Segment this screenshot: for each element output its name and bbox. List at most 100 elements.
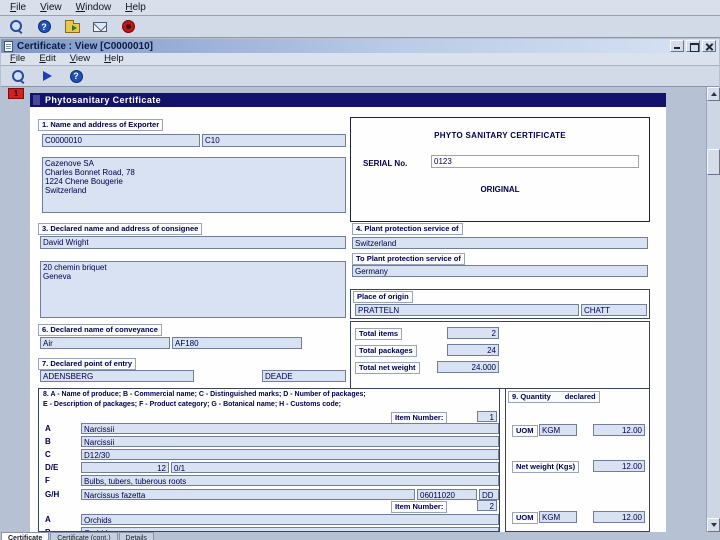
total-net-weight-field[interactable]: 24.000	[437, 361, 499, 373]
customs-code-field[interactable]: 06011020	[417, 489, 477, 500]
vertical-scrollbar[interactable]	[706, 87, 720, 532]
net-weight-label: Net weight (Kgs)	[512, 461, 580, 473]
scroll-down-icon	[710, 523, 717, 527]
uom-field[interactable]: KGM	[539, 511, 577, 523]
botanical-name-field[interactable]: Narcissus fazetta	[81, 489, 415, 500]
scrollbar-thumb[interactable]	[707, 149, 720, 175]
child-window-titlebar[interactable]: Certificate : View [C0000010]	[1, 39, 719, 53]
row-key-a: A	[45, 424, 51, 433]
exporter-address-line: 1224 Chene Bougerie	[45, 177, 123, 186]
tab-certificate-cont[interactable]: Certificate (cont.)	[50, 532, 118, 540]
packages-count-field[interactable]: 12	[81, 462, 169, 473]
conveyance-code-field[interactable]: AF180	[172, 337, 302, 349]
exporter-address-line: Charles Bonnet Road, 78	[45, 168, 135, 177]
form-title-bar: Phytosanitary Certificate	[30, 93, 666, 107]
exporter-code-field[interactable]: C0000010	[42, 134, 200, 147]
distinguished-marks-field[interactable]: D12/30	[81, 449, 499, 460]
run-button[interactable]	[37, 67, 57, 85]
net-weight-field[interactable]: 12.00	[593, 460, 645, 472]
child-window-title: Certificate : View [C0000010]	[17, 40, 153, 52]
record-button[interactable]	[118, 18, 138, 36]
certificate-form: 1. Name and address of Exporter C0000010…	[30, 107, 666, 532]
menu-file[interactable]: File	[3, 53, 32, 65]
consignee-address-line: Geneva	[43, 272, 72, 281]
total-items-field[interactable]: 2	[447, 327, 499, 339]
conveyance-field[interactable]: Air	[40, 337, 170, 349]
help-icon	[69, 69, 83, 83]
row-key-b: B	[45, 437, 51, 446]
menu-view[interactable]: View	[33, 1, 69, 15]
minimize-button[interactable]	[670, 40, 684, 52]
mail-button[interactable]	[90, 18, 110, 36]
menu-help[interactable]: Help	[118, 1, 153, 15]
uom-label: UOM	[512, 512, 538, 524]
item-number-label: Item Number:	[391, 501, 448, 513]
scroll-down-button[interactable]	[707, 518, 720, 532]
search-button[interactable]	[8, 67, 28, 85]
quantity-field[interactable]: 12.00	[593, 424, 645, 436]
item-number-field[interactable]: 1	[477, 411, 497, 422]
entry-field[interactable]: ADENSBERG	[40, 370, 194, 382]
packages-desc-field[interactable]: 0/1	[171, 462, 499, 473]
app-toolbar	[0, 16, 720, 38]
produce-name-field[interactable]: Orchids	[81, 514, 499, 525]
menu-window[interactable]: Window	[69, 1, 119, 15]
consignee-address-line: 20 chemin briquet	[43, 263, 107, 272]
form-title-glyph	[33, 95, 40, 105]
row-key-gh: G/H	[45, 490, 60, 499]
help-button[interactable]	[66, 67, 86, 85]
total-packages-label: Total packages	[355, 345, 417, 357]
search-button[interactable]	[6, 18, 26, 36]
uom-field[interactable]: KGM	[539, 424, 577, 436]
customs-suffix-field[interactable]: DD	[479, 489, 499, 500]
certificate-doc-icon	[4, 40, 13, 52]
protection-field[interactable]: Switzerland	[352, 237, 648, 249]
produce-name-field[interactable]: Narcissii	[81, 423, 499, 434]
form-title: Phytosanitary Certificate	[45, 95, 162, 105]
total-packages-field[interactable]: 24	[447, 344, 499, 356]
help-icon	[37, 20, 51, 33]
tab-details[interactable]: Details	[118, 532, 154, 540]
menu-edit[interactable]: Edit	[32, 53, 62, 65]
product-category-field[interactable]: Bulbs, tubers, tuberous roots	[81, 475, 499, 486]
close-button[interactable]	[702, 40, 716, 52]
quantity-box: 9. Quantity declared UOM KGM 12.00 Net we…	[505, 388, 650, 532]
consignee-name-field[interactable]: David Wright	[40, 236, 346, 249]
entry-code-field[interactable]: DEADE	[262, 370, 346, 382]
menu-view[interactable]: View	[63, 53, 97, 65]
serial-field[interactable]: 0123	[431, 155, 639, 168]
origin-code-field[interactable]: CHATT	[581, 304, 647, 316]
play-icon	[42, 71, 52, 81]
tab-certificate[interactable]: Certificate	[1, 532, 50, 540]
menu-file[interactable]: File	[3, 1, 33, 15]
record-icon	[121, 20, 135, 33]
record-index-tab[interactable]: 1	[8, 88, 24, 99]
menu-help[interactable]: Help	[97, 53, 131, 65]
origin-field[interactable]: PRATTELN	[355, 304, 579, 316]
item-number-field[interactable]: 2	[477, 500, 497, 511]
bottom-tab-strip: Certificate Certificate (cont.) Details	[1, 532, 154, 540]
protection-label: 4. Plant protection service of	[352, 223, 463, 235]
exporter-label: 1. Name and address of Exporter	[38, 119, 164, 131]
scroll-up-icon	[710, 92, 717, 96]
application-window: File View Window Help Certificate : View…	[0, 0, 720, 540]
exporter-code2-field[interactable]: C10	[202, 134, 346, 147]
consignee-address-field[interactable]: 20 chemin briquet Geneva	[40, 261, 346, 318]
uom-label: UOM	[512, 425, 538, 437]
search-icon	[9, 20, 23, 33]
produce-legend-1: 8. A - Name of produce; B - Commercial n…	[43, 391, 366, 398]
open-button[interactable]	[62, 18, 82, 36]
quantity-field[interactable]: 12.00	[593, 511, 645, 523]
row-key-f: F	[45, 476, 50, 485]
app-menubar: File View Window Help	[0, 0, 720, 16]
restore-button[interactable]	[686, 40, 700, 52]
mail-icon	[93, 21, 107, 32]
certificate-header-box: PHYTO SANITARY CERTIFICATE SERIAL No. 01…	[350, 117, 650, 222]
commercial-name-field[interactable]: Narcissii	[81, 436, 499, 447]
exporter-address-field[interactable]: Cazenove SA Charles Bonnet Road, 78 1224…	[42, 157, 346, 213]
protection-to-field[interactable]: Germany	[352, 265, 648, 277]
quantity-label-part1: 9. Quantity	[512, 392, 551, 401]
scroll-up-button[interactable]	[707, 87, 720, 101]
help-button[interactable]	[34, 18, 54, 36]
produce-box: 8. A - Name of produce; B - Commercial n…	[38, 388, 500, 532]
